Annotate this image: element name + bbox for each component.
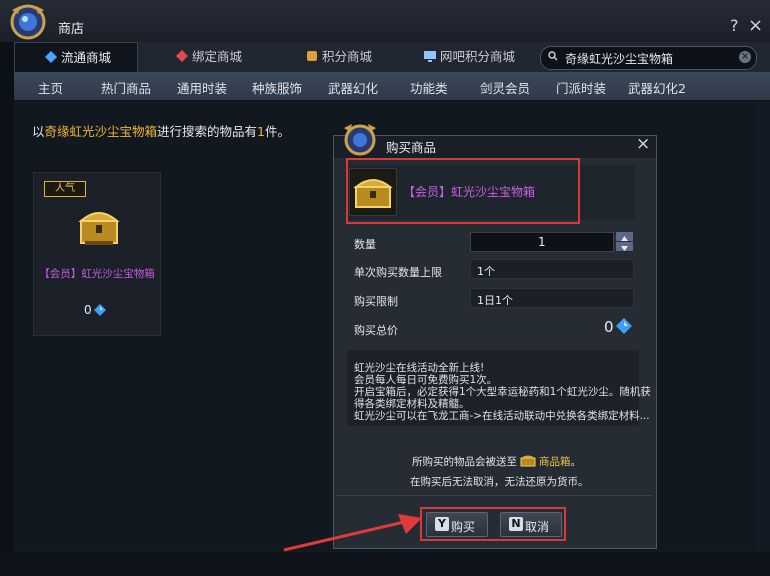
dialog-header	[334, 136, 656, 158]
tab-netcafe-mall[interactable]: 网吧积分商城	[424, 42, 515, 72]
nav-weapon-skin[interactable]: 武器幻化	[328, 78, 378, 97]
popular-badge: 人气	[44, 181, 86, 197]
left-border	[0, 42, 14, 552]
tab-bound-mall[interactable]: 绑定商城	[176, 42, 242, 72]
treasure-chest-icon[interactable]	[75, 203, 123, 249]
shop-window: 商店 ? × 流通商城 绑定商城 积分商城 网吧积分商城 × 主页 热门商品 通…	[0, 0, 770, 576]
delivery-note: 所购买的物品会被送至 商品箱。	[412, 453, 581, 469]
arrow-down-icon	[621, 246, 628, 251]
help-icon[interactable]: ?	[730, 16, 739, 35]
card-price: 0	[84, 303, 106, 317]
dialog-title: 购买商品	[386, 140, 437, 155]
points-icon	[307, 51, 317, 61]
item-box-icon	[520, 455, 536, 467]
search-icon	[548, 51, 558, 61]
nav-race-costume[interactable]: 种族服饰	[252, 78, 302, 97]
tab-circulation-mall[interactable]: 流通商城	[14, 42, 138, 72]
diamond-currency-icon	[615, 318, 632, 334]
nav-function[interactable]: 功能类	[410, 78, 448, 97]
highlight-box-buttons	[420, 507, 566, 541]
bottom-border	[0, 552, 770, 576]
result-count: 1	[257, 124, 265, 139]
quantity-up-button[interactable]	[616, 232, 633, 241]
shop-logo-icon	[10, 4, 46, 40]
search-result-text: 以奇缘虹光沙尘宝物箱进行搜索的物品有1件。	[32, 124, 291, 139]
purchase-limit-label: 单次购买数量上限	[354, 266, 442, 279]
divider	[336, 495, 652, 496]
blue-gem-icon	[45, 51, 57, 63]
nav-membership[interactable]: 剑灵会员	[480, 78, 530, 97]
purchase-restrict-value: 1日1个	[477, 294, 513, 307]
diamond-currency-icon	[93, 304, 106, 316]
dialog-close-icon[interactable]: ×	[636, 134, 650, 154]
refund-warning: 在购买后无法取消，无法还原为货币。	[410, 476, 589, 488]
purchase-restrict-label: 购买限制	[354, 295, 398, 308]
tab-label: 积分商城	[322, 49, 373, 64]
red-gem-icon	[176, 50, 188, 62]
quantity-value: 1	[538, 235, 546, 249]
total-price-label: 购买总价	[354, 324, 398, 337]
red-arrow-icon	[283, 514, 422, 552]
tab-points-mall[interactable]: 积分商城	[306, 42, 372, 72]
item-box-link: 商品箱	[539, 456, 571, 468]
tab-label: 流通商城	[61, 50, 112, 65]
nav-hot-items[interactable]: 热门商品	[101, 78, 151, 97]
highlight-box-item	[346, 158, 580, 224]
total-price: 0	[604, 318, 632, 336]
purchase-limit-value: 1个	[477, 265, 495, 278]
dialog-logo-icon	[344, 124, 376, 156]
quantity-down-button[interactable]	[616, 242, 633, 251]
description-line: 虹光沙尘可以在飞龙工商->在线活动联动中兑换各类绑定材料...	[354, 410, 650, 422]
tab-label: 网吧积分商城	[440, 49, 516, 64]
item-description: 虹光沙尘在线活动全新上线! 会员每人每日可免费购买1次。 开启宝箱后，必定获得1…	[347, 350, 651, 426]
search-box[interactable]: ×	[540, 46, 757, 70]
nav-home[interactable]: 主页	[38, 78, 63, 97]
nav-sect-costume[interactable]: 门派时装	[556, 78, 606, 97]
quantity-label: 数量	[354, 238, 376, 251]
card-item-name: 【会员】虹光沙尘宝物箱	[39, 268, 155, 280]
monitor-icon	[424, 51, 436, 62]
window-title: 商店	[58, 22, 85, 37]
search-input[interactable]	[563, 49, 737, 67]
tab-label: 绑定商城	[192, 49, 243, 64]
close-icon[interactable]: ×	[748, 15, 763, 36]
clear-search-icon[interactable]: ×	[739, 51, 751, 63]
nav-general-costume[interactable]: 通用时装	[177, 78, 227, 97]
search-keyword: 奇缘虹光沙尘宝物箱	[44, 124, 158, 139]
category-nav: 主页 热门商品 通用时装 种族服饰 武器幻化 功能类 剑灵会员 门派时装 武器幻…	[14, 72, 770, 101]
nav-weapon-skin-2[interactable]: 武器幻化2	[628, 78, 686, 97]
title-bar: 商店 ? ×	[0, 0, 770, 43]
